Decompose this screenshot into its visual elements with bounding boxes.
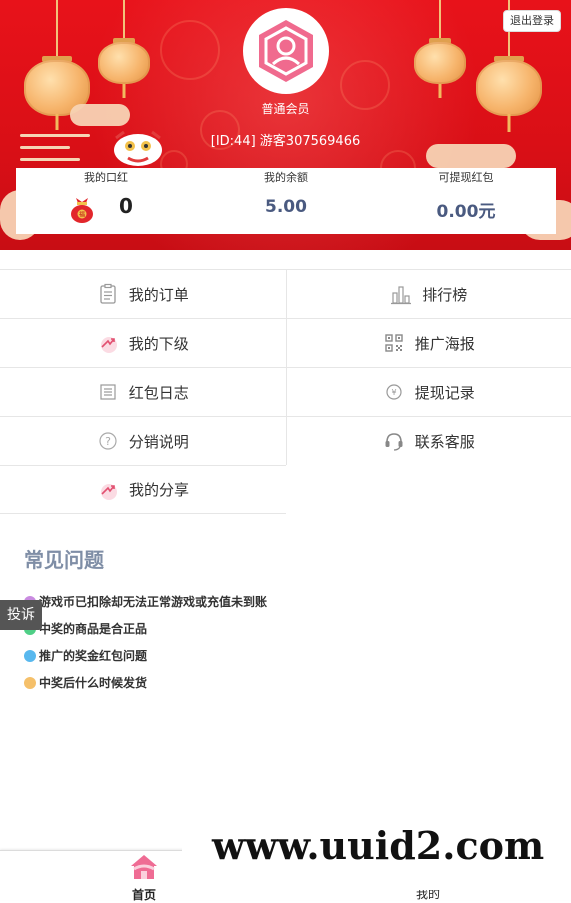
menu-label: 我的分享 [129, 479, 189, 500]
faq-title: 常见问题 [24, 544, 104, 573]
menu-row: 我的分享 [0, 465, 286, 514]
menu-label: 我的下级 [129, 333, 189, 354]
menu-row: 我的下级 推广海报 [0, 318, 571, 367]
menu-grid: 我的订单 排行榜 我的下级 [0, 269, 571, 514]
lantern-icon [98, 0, 150, 100]
svg-text:福: 福 [79, 211, 85, 219]
faq-item[interactable]: 中奖后什么时候发货 [24, 669, 267, 696]
balance-value: 5.00 [196, 197, 376, 217]
share-arrow-icon [97, 332, 119, 354]
menu-item-ranking[interactable]: 排行榜 [286, 270, 571, 318]
menu-label: 我的订单 [129, 284, 189, 305]
nav-home-label: 首页 [120, 886, 168, 903]
menu-item-my-orders[interactable]: 我的订单 [0, 270, 286, 318]
nav-home[interactable]: 首页 [120, 853, 168, 899]
avatar[interactable] [243, 8, 329, 94]
faq-text: 游戏币已扣除却无法正常游戏或充值未到账 [39, 593, 267, 610]
menu-label: 分销说明 [129, 431, 189, 452]
faq-item[interactable]: 中奖的商品是合正品 [24, 615, 267, 642]
svg-text:¥: ¥ [391, 388, 396, 397]
user-avatar-icon [253, 18, 319, 84]
menu-item-promo-poster[interactable]: 推广海报 [286, 319, 571, 367]
blue-dot-icon [24, 650, 36, 662]
complaint-button[interactable]: 投诉 [0, 600, 42, 630]
watermark: www.uuid2.com [182, 810, 571, 890]
faq-text: 中奖后什么时候发货 [39, 674, 147, 691]
member-level: 普通会员 [0, 100, 571, 117]
menu-label: 提现记录 [415, 382, 475, 403]
list-icon [97, 381, 119, 403]
faq-text: 中奖的商品是合正品 [39, 620, 147, 637]
clipboard-icon [97, 283, 119, 305]
lantern-icon [414, 0, 466, 100]
faq-list: 游戏币已扣除却无法正常游戏或充值未到账 中奖的商品是合正品 推广的奖金红包问题 … [24, 588, 267, 696]
menu-label: 排行榜 [422, 284, 467, 305]
home-icon [129, 853, 159, 881]
lipstick-value: 0 [16, 194, 196, 218]
orange-dot-icon [24, 677, 36, 689]
redpacket-value: 0.00元 [376, 197, 556, 222]
swirl-decoration [160, 20, 220, 80]
qr-code-icon [383, 332, 405, 354]
menu-row: 红包日志 ¥ 提现记录 [0, 367, 571, 416]
faq-item[interactable]: 推广的奖金红包问题 [24, 642, 267, 669]
cloud-line-decoration [20, 158, 80, 161]
share-arrow-icon [97, 479, 119, 501]
faq-text: 推广的奖金红包问题 [39, 647, 147, 664]
lucky-bag-icon: 福 [68, 194, 96, 224]
profile-header: 普通会员 [ID:44] 游客307569466 退出登录 我的口红 福 0 我… [0, 0, 571, 250]
user-id: [ID:44] 游客307569466 [0, 130, 571, 149]
question-icon: ? [97, 430, 119, 452]
redpacket-label: 可提现红包 [376, 169, 556, 185]
svg-text:?: ? [105, 435, 111, 448]
balance-stat[interactable]: 我的余额 5.00 [196, 168, 376, 234]
menu-item-distribution-info[interactable]: ? 分销说明 [0, 417, 286, 465]
menu-item-redpacket-log[interactable]: 红包日志 [0, 368, 286, 416]
headset-icon [383, 430, 405, 452]
menu-item-my-share[interactable]: 我的分享 [0, 466, 286, 513]
menu-item-contact-support[interactable]: 联系客服 [286, 417, 571, 465]
menu-item-withdraw-records[interactable]: ¥ 提现记录 [286, 368, 571, 416]
coin-icon: ¥ [383, 381, 405, 403]
faq-item[interactable]: 游戏币已扣除却无法正常游戏或充值未到账 [24, 588, 267, 615]
bar-chart-icon [390, 283, 412, 305]
balance-panel: 我的口红 福 0 我的余额 5.00 可提现红包 0.00元 [16, 168, 556, 234]
menu-row: ? 分销说明 联系客服 [0, 416, 571, 465]
logout-button[interactable]: 退出登录 [503, 10, 561, 32]
balance-label: 我的余额 [196, 169, 376, 185]
menu-label: 红包日志 [129, 382, 189, 403]
menu-label: 联系客服 [415, 431, 475, 452]
menu-label: 推广海报 [415, 333, 475, 354]
redpacket-stat[interactable]: 可提现红包 0.00元 [376, 168, 556, 234]
menu-row: 我的订单 排行榜 [0, 269, 571, 318]
lipstick-label: 我的口红 [16, 169, 196, 185]
lipstick-stat[interactable]: 我的口红 福 0 [16, 168, 196, 234]
menu-item-my-subordinates[interactable]: 我的下级 [0, 319, 286, 367]
